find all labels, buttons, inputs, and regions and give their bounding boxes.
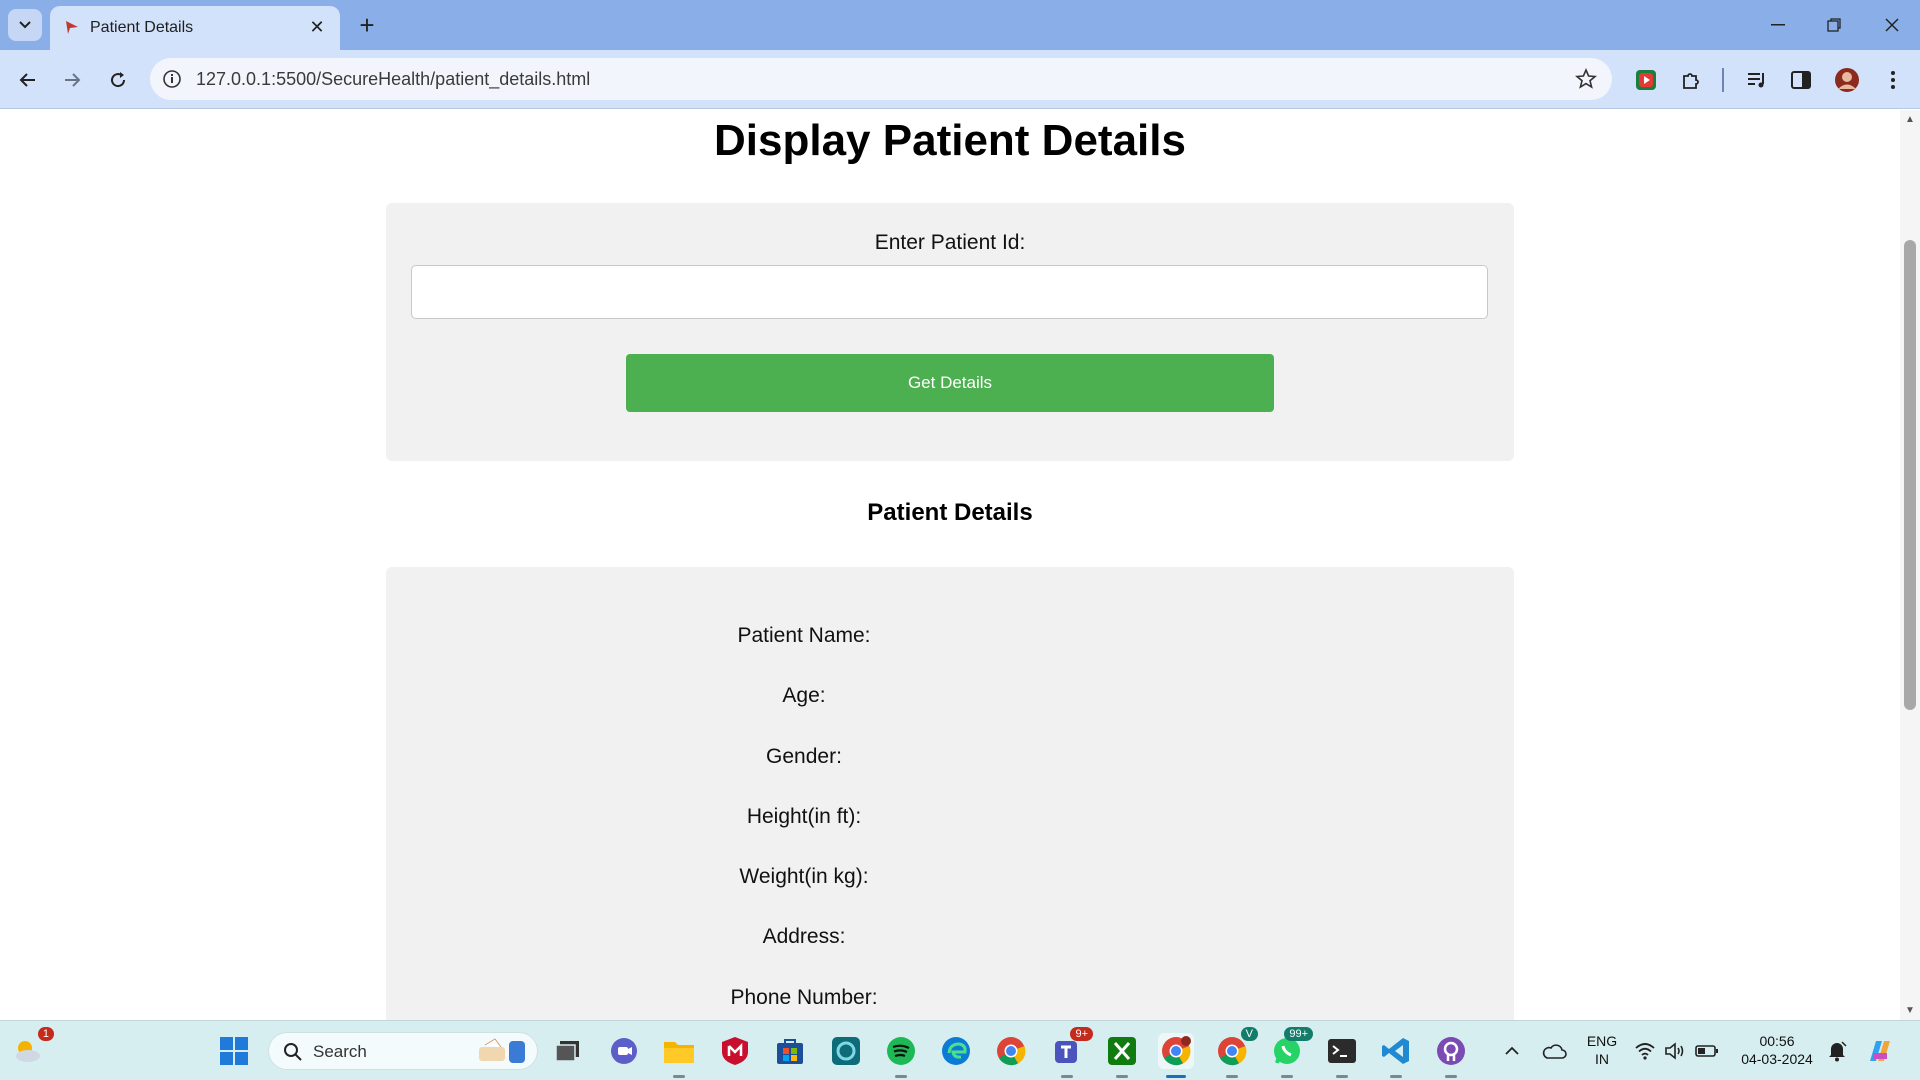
windows-taskbar: 1 Search 9+ V 99+ ENG IN 00:56 04-03-202… [0, 1020, 1920, 1080]
show-hidden-icons-icon[interactable] [1494, 1033, 1530, 1069]
close-tab-icon[interactable]: ✕ [306, 16, 328, 38]
page-scrollbar[interactable]: ▲ ▼ [1900, 110, 1920, 1020]
file-explorer-icon[interactable] [661, 1033, 697, 1078]
spotify-icon[interactable] [883, 1033, 919, 1078]
phone-number-label: Phone Number: [730, 986, 878, 1009]
patient-id-label: Enter Patient Id: [874, 231, 1026, 254]
page-viewport: Display Patient Details Enter Patient Id… [0, 110, 1900, 1020]
whatsapp-badge: 99+ [1284, 1027, 1313, 1041]
reload-icon [111, 72, 126, 88]
weight-label: Weight(in kg): [739, 865, 869, 888]
xbox-icon[interactable] [1104, 1033, 1140, 1078]
patient-details-heading: Patient Details [867, 499, 1033, 526]
address-label: Address: [762, 925, 846, 948]
forward-button[interactable] [56, 64, 88, 96]
minimize-icon[interactable] [1750, 0, 1806, 50]
whatsapp-icon[interactable]: 99+ [1269, 1027, 1313, 1078]
active-indicator [1166, 1075, 1186, 1078]
onedrive-icon[interactable] [1536, 1033, 1572, 1069]
volume-icon[interactable] [1660, 1033, 1690, 1069]
restore-icon[interactable] [1806, 0, 1862, 50]
running-indicator [1226, 1075, 1238, 1078]
new-tab-button[interactable]: + [352, 10, 382, 40]
taskbar-search[interactable]: Search [268, 1032, 538, 1070]
scroll-up-arrow-icon[interactable]: ▲ [1905, 114, 1915, 125]
chrome-icon[interactable] [993, 1033, 1029, 1069]
reload-button[interactable] [102, 64, 134, 96]
back-button[interactable] [12, 64, 44, 96]
patient-name-label: Patient Name: [737, 624, 871, 647]
github-desktop-icon[interactable] [1433, 1033, 1469, 1078]
site-info-icon[interactable] [160, 67, 184, 91]
running-indicator [1281, 1075, 1293, 1078]
edge-icon[interactable] [938, 1033, 974, 1069]
teams-icon[interactable]: 9+ [1049, 1027, 1093, 1078]
patient-details-card: Patient Name: Age: Gender: Height(in ft)… [386, 567, 1514, 1020]
page-title: Display Patient Details [714, 116, 1186, 165]
gender-label: Gender: [766, 745, 842, 768]
microsoft-store-icon[interactable] [772, 1033, 808, 1069]
teams-badge: 9+ [1070, 1027, 1093, 1041]
media-controls-icon[interactable] [1742, 65, 1772, 95]
chrome-profile-badge: V [1240, 1027, 1258, 1041]
running-indicator [895, 1075, 907, 1078]
notification-bell-icon[interactable] [1822, 1033, 1852, 1069]
extension-record-icon[interactable] [1631, 65, 1661, 95]
side-panel-icon[interactable] [1786, 65, 1816, 95]
address-bar[interactable]: 127.0.0.1:5500/SecureHealth/patient_deta… [150, 58, 1612, 100]
patient-search-form: Enter Patient Id: Get Details [386, 203, 1514, 461]
arrow-left-icon [19, 73, 35, 87]
start-windows-icon[interactable] [216, 1033, 252, 1069]
extensions-puzzle-icon[interactable] [1676, 65, 1706, 95]
height-label: Height(in ft): [746, 805, 862, 828]
favicon-icon [66, 21, 78, 34]
running-indicator [1061, 1075, 1073, 1078]
chrome-menu-icon[interactable] [1878, 65, 1908, 95]
copilot-icon[interactable] [1862, 1033, 1898, 1069]
browser-tab-strip: Patient Details ✕ + [0, 0, 1920, 50]
scrollbar-thumb[interactable] [1904, 240, 1916, 710]
running-indicator [1116, 1075, 1128, 1078]
clock[interactable]: 00:56 04-03-2024 [1732, 1032, 1822, 1068]
region-text: IN [1595, 1051, 1609, 1067]
tab-title: Patient Details [90, 19, 194, 36]
app-circle-icon[interactable] [828, 1033, 864, 1069]
patient-id-input[interactable] [411, 265, 1488, 319]
vscode-icon[interactable] [1378, 1033, 1414, 1078]
get-details-button[interactable]: Get Details [626, 354, 1274, 412]
chat-app-icon[interactable] [606, 1033, 642, 1069]
arrow-right-icon [65, 73, 81, 87]
wifi-icon[interactable] [1630, 1033, 1660, 1069]
clock-date: 04-03-2024 [1741, 1051, 1813, 1067]
age-label: Age: [782, 684, 826, 707]
tab-search-button[interactable] [8, 9, 42, 41]
tab-patient-details[interactable]: Patient Details ✕ [50, 6, 340, 50]
weather-badge: 1 [37, 1027, 54, 1041]
search-icon [284, 1043, 302, 1061]
running-indicator [1445, 1075, 1457, 1078]
battery-icon[interactable] [1692, 1033, 1722, 1069]
language-text: ENG [1586, 1033, 1618, 1049]
clock-time: 00:56 [1759, 1033, 1795, 1049]
mcafee-icon[interactable] [717, 1033, 753, 1069]
search-placeholder: Search [313, 1042, 367, 1061]
running-indicator [1390, 1075, 1402, 1078]
profile-avatar[interactable] [1832, 65, 1862, 95]
chevron-down-icon [19, 21, 31, 29]
task-view-icon[interactable] [550, 1033, 586, 1069]
chrome-profile-v-icon[interactable]: V [1214, 1027, 1258, 1078]
chrome-profile-active-icon[interactable] [1158, 1033, 1194, 1078]
bookmark-star-icon[interactable] [1574, 67, 1598, 91]
language-indicator[interactable]: ENG IN [1582, 1032, 1622, 1068]
url-text[interactable]: 127.0.0.1:5500/SecureHealth/patient_deta… [196, 69, 590, 90]
weather-widget-icon[interactable]: 1 [10, 1027, 54, 1069]
search-highlight-icon [479, 1038, 525, 1063]
toolbar-separator [1722, 68, 1724, 92]
browser-toolbar: 127.0.0.1:5500/SecureHealth/patient_deta… [0, 50, 1920, 109]
close-window-icon[interactable] [1864, 0, 1920, 50]
running-indicator [673, 1075, 685, 1078]
scroll-down-arrow-icon[interactable]: ▼ [1905, 1005, 1915, 1016]
running-indicator [1336, 1075, 1348, 1078]
terminal-icon[interactable] [1324, 1033, 1360, 1078]
